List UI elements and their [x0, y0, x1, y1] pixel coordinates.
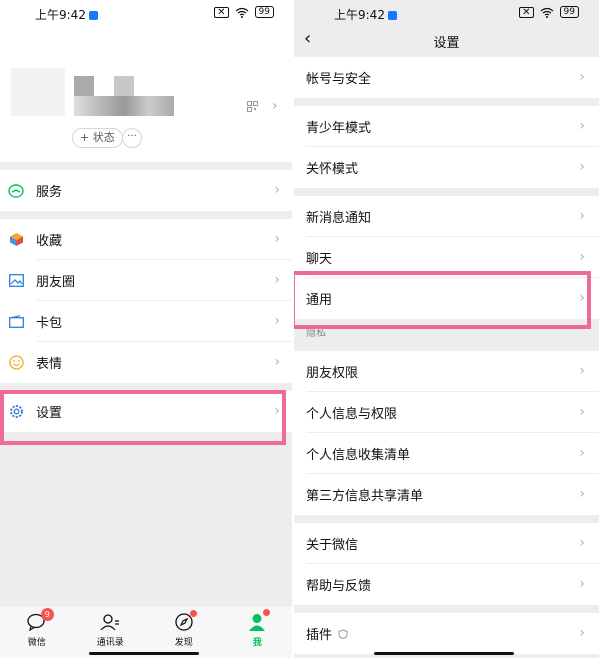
- card-icon: [8, 314, 24, 330]
- chevron-right-icon: ›: [274, 354, 280, 370]
- notification-off-icon: ✕: [519, 6, 534, 18]
- chevron-right-icon: ›: [274, 182, 280, 198]
- chevron-right-icon: ›: [579, 249, 585, 265]
- tab-contacts[interactable]: 通讯录: [74, 606, 148, 658]
- menu-label: 卡包: [36, 316, 63, 331]
- notification-off-icon: ✕: [214, 6, 229, 18]
- unread-badge: 9: [40, 608, 54, 621]
- battery-icon: 99: [559, 6, 579, 18]
- settings-item-general[interactable]: 通用 ›: [294, 278, 599, 319]
- chevron-right-icon: ›: [579, 208, 585, 224]
- chevron-right-icon: ›: [579, 404, 585, 420]
- profile-chevron-icon[interactable]: ›: [272, 98, 278, 114]
- compass-icon: [173, 610, 197, 632]
- settings-item-third-party-sharing[interactable]: 第三方信息共享清单 ›: [294, 474, 599, 515]
- bottom-tab-bar: 9 微信 通讯录 发现 我: [0, 605, 294, 658]
- status-bar: 上午9:42 ✕ 99: [0, 0, 294, 26]
- chevron-right-icon: ›: [579, 625, 585, 641]
- chevron-right-icon: ›: [579, 445, 585, 461]
- new-dot: [189, 610, 197, 617]
- settings-item-plugins[interactable]: 插件 ›: [294, 613, 599, 654]
- status-button[interactable]: + 状态: [72, 128, 123, 148]
- gear-icon: [8, 404, 24, 420]
- home-indicator: [374, 652, 514, 655]
- settings-item-personal-info[interactable]: 个人信息与权限 ›: [294, 392, 599, 433]
- menu-item-moments[interactable]: 朋友圈 ›: [0, 260, 294, 301]
- page-title: 设置: [433, 36, 460, 51]
- contacts-icon: [99, 612, 121, 632]
- avatar[interactable]: [11, 68, 65, 116]
- nav-bar: ‹ 设置: [294, 26, 599, 55]
- menu-label: 服务: [36, 185, 63, 200]
- plugin-shield-icon: [338, 628, 348, 639]
- menu-label: 朋友圈: [36, 275, 76, 290]
- tab-label: 发现: [174, 638, 193, 648]
- chevron-right-icon: ›: [579, 576, 585, 592]
- status-time: 上午9:42: [35, 6, 98, 23]
- chevron-right-icon: ›: [274, 231, 280, 247]
- chevron-right-icon: ›: [579, 486, 585, 502]
- wallet-icon: [8, 183, 24, 199]
- settings-item-help-feedback[interactable]: 帮助与反馈 ›: [294, 564, 599, 605]
- chevron-right-icon: ›: [579, 159, 585, 175]
- settings-item-friend-permissions[interactable]: 朋友权限 ›: [294, 351, 599, 392]
- settings-item-notifications[interactable]: 新消息通知 ›: [294, 196, 599, 237]
- person-icon: [246, 609, 271, 632]
- menu-item-stickers[interactable]: 表情 ›: [0, 342, 294, 383]
- tab-label: 我: [252, 638, 262, 648]
- settings-item-teen-mode[interactable]: 青少年模式 ›: [294, 106, 599, 147]
- settings-item-care-mode[interactable]: 关怀模式 ›: [294, 147, 599, 188]
- settings-item-info-collection[interactable]: 个人信息收集清单 ›: [294, 433, 599, 474]
- chevron-right-icon: ›: [274, 272, 280, 288]
- qr-code-icon[interactable]: [247, 101, 258, 112]
- settings-screen: 上午9:42 ✕ 99 ‹ 设置 帐号与安全 › 青少年模式 › 关怀模式 › 新消息…: [294, 0, 599, 658]
- chat-bubble-icon: 9: [26, 608, 54, 632]
- menu-item-service[interactable]: 服务 ›: [0, 170, 294, 211]
- status-bar: 上午9:42 ✕ 99: [294, 0, 599, 26]
- home-indicator: [89, 652, 199, 655]
- new-dot: [263, 609, 271, 616]
- menu-label: 收藏: [36, 234, 63, 249]
- menu-item-favorites[interactable]: 收藏 ›: [0, 219, 294, 260]
- chevron-right-icon: ›: [274, 313, 280, 329]
- tab-me[interactable]: 我: [221, 606, 295, 658]
- wifi-icon: [540, 7, 553, 18]
- nickname-blurred[interactable]: [74, 76, 174, 116]
- chevron-right-icon: ›: [579, 535, 585, 551]
- settings-item-chat[interactable]: 聊天 ›: [294, 237, 599, 278]
- more-button[interactable]: ···: [122, 128, 142, 148]
- chevron-right-icon: ›: [579, 69, 585, 85]
- cube-icon: [8, 232, 24, 248]
- menu-item-settings[interactable]: 设置 ›: [0, 391, 294, 432]
- chevron-right-icon: ›: [274, 403, 280, 419]
- chevron-right-icon: ›: [579, 118, 585, 134]
- settings-item-about[interactable]: 关于微信 ›: [294, 523, 599, 564]
- status-time: 上午9:42: [334, 6, 397, 23]
- settings-item-account-security[interactable]: 帐号与安全 ›: [294, 57, 599, 98]
- tab-discover[interactable]: 发现: [147, 606, 221, 658]
- wifi-icon: [235, 7, 248, 18]
- section-header-privacy: 隐私: [306, 328, 326, 339]
- battery-icon: 99: [254, 6, 274, 18]
- chevron-right-icon: ›: [579, 290, 585, 306]
- image-icon: [8, 273, 24, 289]
- me-screen: 上午9:42 ✕ 99 › + 状态 ··· 服务 › 收藏 › 朋友圈 › 卡…: [0, 0, 294, 658]
- tab-chats[interactable]: 9 微信: [0, 606, 74, 658]
- tab-label: 通讯录: [96, 638, 124, 648]
- menu-label: 设置: [36, 406, 63, 421]
- smiley-icon: [8, 355, 24, 371]
- chevron-right-icon: ›: [579, 363, 585, 379]
- menu-item-cards[interactable]: 卡包 ›: [0, 301, 294, 342]
- tab-label: 微信: [27, 638, 46, 648]
- profile-section: 上午9:42 ✕ 99 › + 状态 ···: [0, 0, 294, 162]
- menu-label: 表情: [36, 357, 63, 372]
